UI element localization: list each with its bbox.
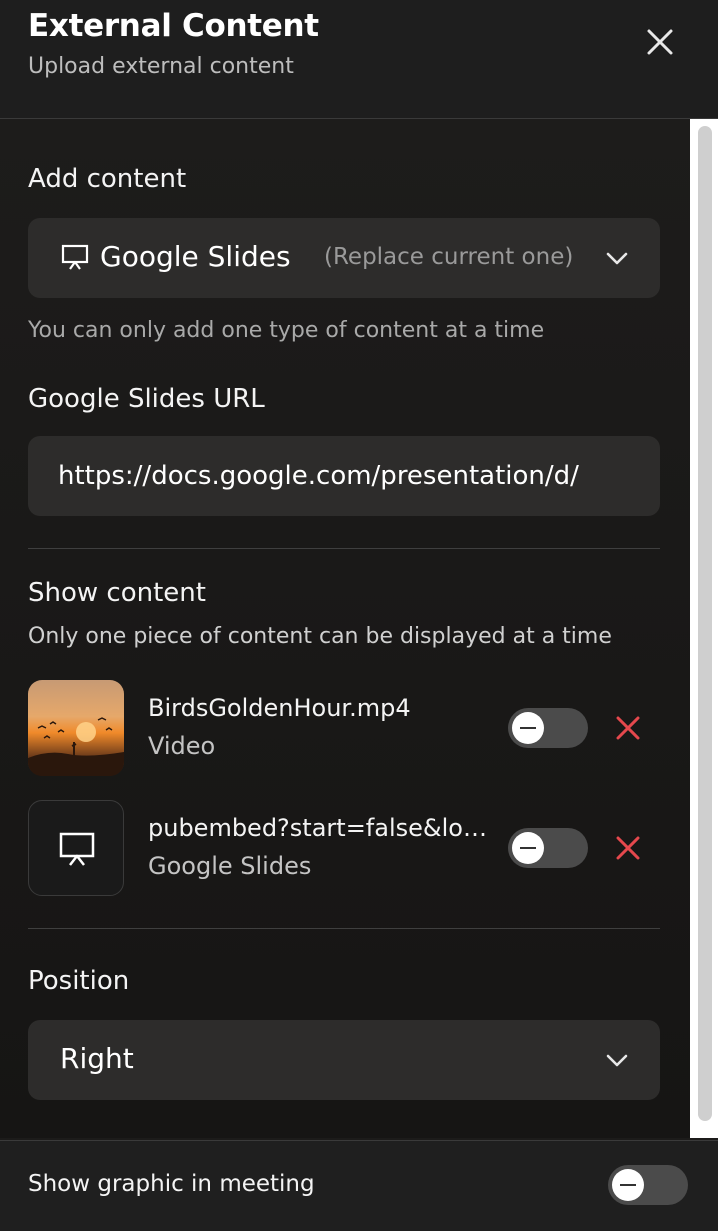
scrollbar-thumb[interactable]: [698, 126, 712, 1121]
remove-content-button[interactable]: [613, 713, 643, 743]
show-content-toggle[interactable]: [508, 828, 588, 868]
toggle-knob: [612, 1169, 644, 1201]
toggle-knob: [512, 712, 544, 744]
dialog-header: External Content Upload external content: [0, 0, 718, 119]
presentation-icon: [59, 832, 95, 866]
dialog-subtitle: Upload external content: [28, 54, 294, 79]
show-content-label: Show content: [28, 578, 206, 608]
content-item-type: Google Slides: [148, 852, 312, 880]
divider: [28, 928, 660, 929]
dialog-footer: Show graphic in meeting: [0, 1140, 718, 1231]
position-label: Position: [28, 966, 130, 996]
video-thumbnail: [28, 680, 124, 776]
content-type-select[interactable]: Google Slides (Replace current one): [28, 218, 660, 298]
show-content-hint: Only one piece of content can be display…: [28, 624, 612, 649]
url-input[interactable]: [28, 436, 660, 516]
presentation-icon: [60, 242, 90, 272]
divider: [28, 548, 660, 549]
close-icon: [616, 836, 640, 860]
add-content-hint: You can only add one type of content at …: [28, 318, 545, 343]
chevron-down-icon: [604, 246, 630, 272]
content-item-type: Video: [148, 732, 216, 760]
selected-type-label: Google Slides: [100, 240, 291, 273]
selected-type-note: (Replace current one): [324, 244, 574, 270]
dialog-title: External Content: [28, 8, 319, 44]
close-icon: [647, 29, 673, 55]
close-icon: [616, 716, 640, 740]
close-button[interactable]: [640, 22, 680, 62]
position-select[interactable]: Right: [28, 1020, 660, 1100]
content-item: pubembed?start=false&loo… Google Slides: [28, 800, 660, 896]
toggle-knob: [512, 832, 544, 864]
show-content-toggle[interactable]: [508, 708, 588, 748]
url-label: Google Slides URL: [28, 384, 265, 414]
chevron-down-icon: [604, 1048, 630, 1074]
content-item-name: BirdsGoldenHour.mp4: [148, 694, 411, 722]
slides-thumbnail: [28, 800, 124, 896]
add-content-label: Add content: [28, 164, 187, 194]
content-item: BirdsGoldenHour.mp4 Video: [28, 680, 660, 776]
remove-content-button[interactable]: [613, 833, 643, 863]
content-item-name: pubembed?start=false&loo…: [148, 814, 488, 842]
show-graphic-toggle[interactable]: [608, 1165, 688, 1205]
position-value: Right: [60, 1042, 134, 1075]
show-graphic-label: Show graphic in meeting: [28, 1171, 315, 1197]
